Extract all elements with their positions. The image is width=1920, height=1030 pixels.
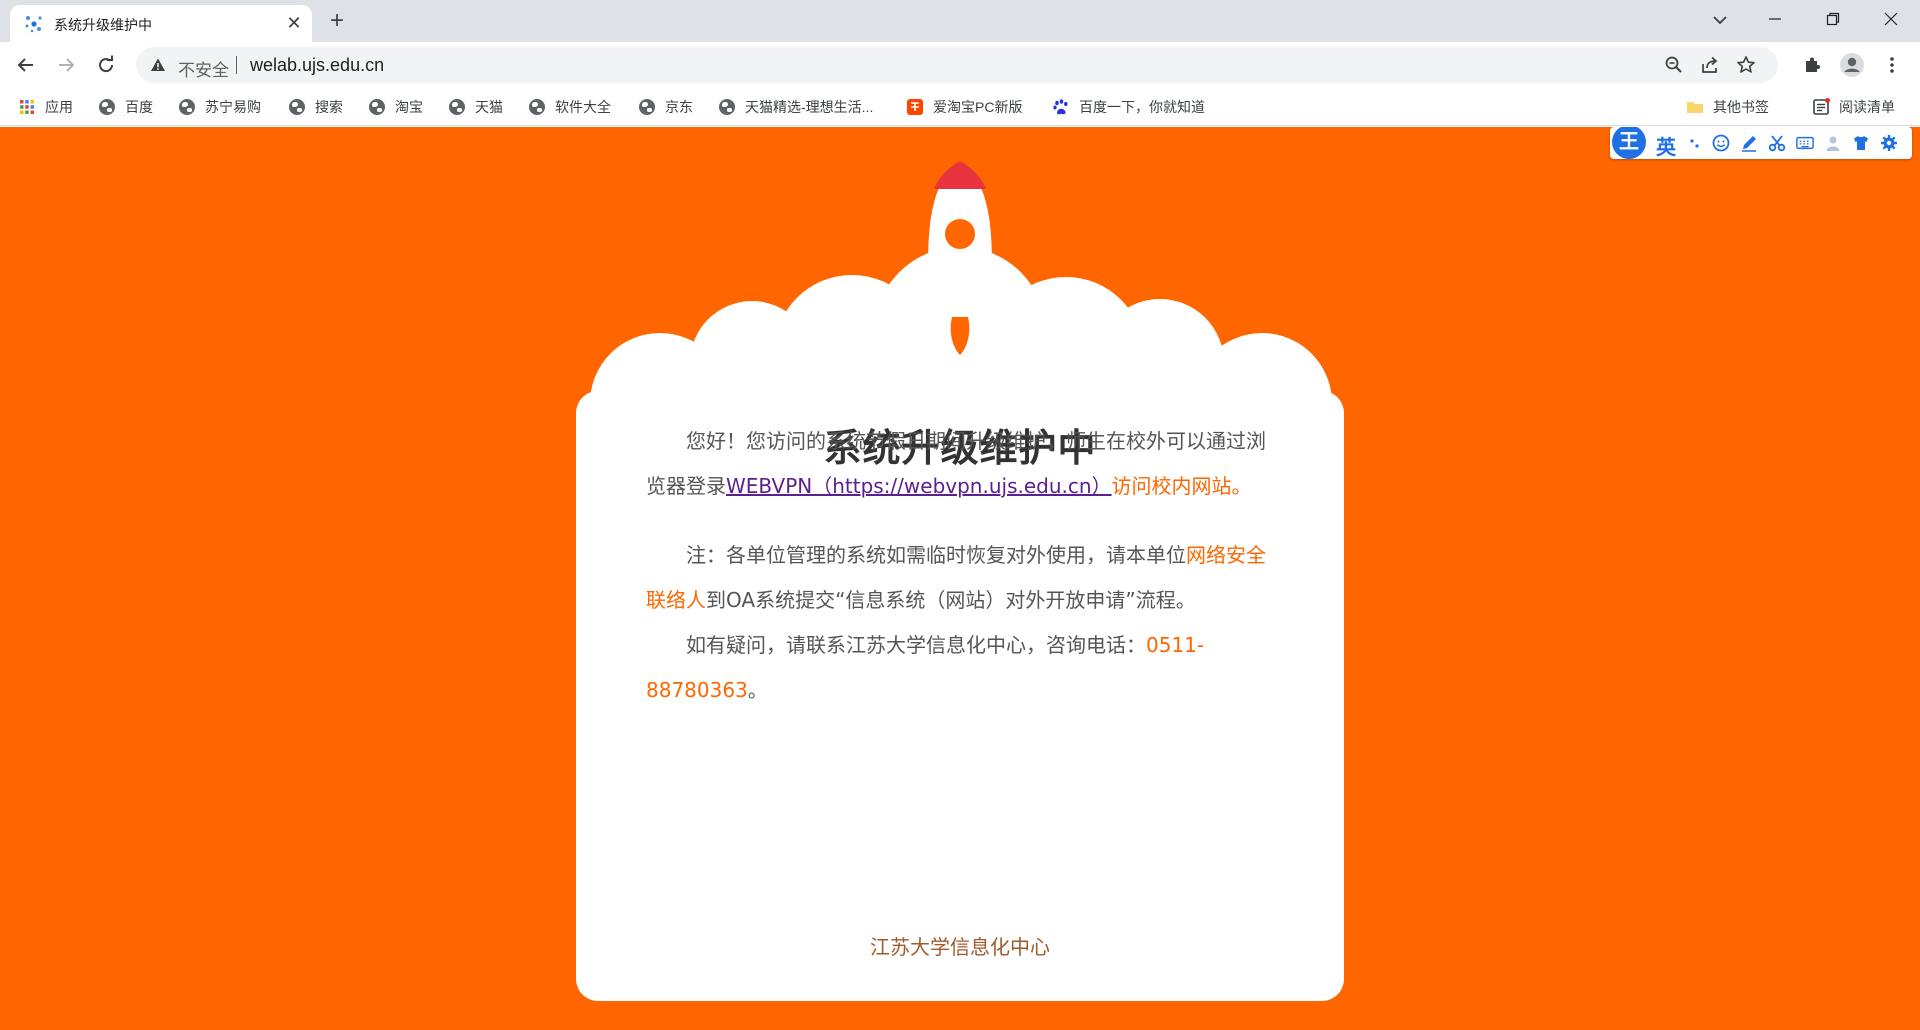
notice-paragraph-vpn: 您好！您访问的系统节假日期间升级维护，师生在校外可以通过浏览器登录WEBVPN（… bbox=[646, 419, 1274, 509]
reading-list-button[interactable]: 阅读清单 bbox=[1812, 96, 1895, 118]
globe-icon bbox=[368, 98, 386, 116]
bookmark-aitaobao[interactable]: 爱淘宝PC新版 bbox=[906, 96, 1022, 118]
profile-avatar-icon[interactable] bbox=[1838, 51, 1866, 79]
other-bookmarks-folder[interactable]: 其他书签 bbox=[1686, 96, 1769, 118]
more-menu-icon[interactable] bbox=[1878, 51, 1906, 79]
security-status-label[interactable]: 不安全 bbox=[178, 56, 229, 81]
bookmark-baidu-home[interactable]: 百度一下，你就知道 bbox=[1052, 96, 1205, 118]
keyboard-icon[interactable] bbox=[1796, 134, 1814, 152]
skin-shirt-icon[interactable] bbox=[1852, 134, 1870, 152]
notice-text-highlight: 访问校内网站。 bbox=[1111, 474, 1252, 498]
minimize-icon bbox=[1769, 18, 1781, 20]
footer-divider bbox=[646, 901, 1274, 903]
globe-icon bbox=[448, 98, 466, 116]
folder-icon bbox=[1686, 98, 1704, 116]
tab-search-chevron-icon[interactable] bbox=[1706, 6, 1734, 34]
forward-button[interactable] bbox=[50, 49, 82, 81]
bookmark-baidu[interactable]: 百度 bbox=[98, 96, 153, 118]
bookmark-tmall[interactable]: 天猫 bbox=[448, 96, 503, 118]
notice-paragraph-contact: 如有疑问，请联系江苏大学信息化中心，咨询电话：0511-88780363。 bbox=[646, 623, 1274, 713]
handwriting-pen-icon[interactable] bbox=[1740, 134, 1758, 152]
globe-icon bbox=[288, 98, 306, 116]
bookmark-taobao[interactable]: 淘宝 bbox=[368, 96, 423, 118]
globe-icon bbox=[178, 98, 196, 116]
notice-paragraph-oa: 注：各单位管理的系统如需临时恢复对外使用，请本单位网络安全联络人到OA系统提交“… bbox=[646, 533, 1274, 623]
tab-close-icon[interactable]: ✕ bbox=[282, 11, 306, 35]
share-icon[interactable] bbox=[1698, 53, 1722, 77]
close-window-button[interactable] bbox=[1862, 0, 1920, 38]
new-tab-button[interactable]: + bbox=[322, 7, 352, 37]
bookmark-label: 京东 bbox=[665, 99, 693, 115]
bookmark-label: 应用 bbox=[45, 99, 73, 115]
apps-grid-icon bbox=[18, 98, 36, 116]
user-icon[interactable] bbox=[1824, 134, 1842, 152]
bookmark-label: 苏宁易购 bbox=[205, 99, 261, 115]
bookmark-label: 软件大全 bbox=[555, 99, 611, 115]
browser-toolbar: 不安全 welab.ujs.edu.cn bbox=[0, 42, 1920, 88]
address-divider bbox=[236, 56, 237, 74]
tab-strip: 系统升级维护中 ✕ + bbox=[0, 0, 1920, 42]
bookmark-suning[interactable]: 苏宁易购 bbox=[178, 96, 261, 118]
punctuation-icon[interactable] bbox=[1686, 134, 1704, 152]
baidu-paw-icon bbox=[1052, 98, 1070, 116]
url-text[interactable]: welab.ujs.edu.cn bbox=[250, 55, 384, 76]
bookmark-label: 百度 bbox=[125, 99, 153, 115]
globe-icon bbox=[718, 98, 736, 116]
footer-organization: 江苏大学信息化中心 bbox=[870, 935, 1050, 959]
tab-title: 系统升级维护中 bbox=[54, 17, 152, 33]
ime-logo-icon[interactable]: 王 bbox=[1612, 127, 1646, 159]
tab-favicon-icon bbox=[25, 16, 42, 33]
settings-gear-icon[interactable] bbox=[1880, 134, 1898, 152]
reload-button[interactable] bbox=[90, 49, 122, 81]
aitaobao-icon bbox=[906, 98, 924, 116]
ime-language-toggle[interactable]: 英 bbox=[1656, 131, 1676, 160]
bookmark-label: 天猫 bbox=[475, 99, 503, 115]
zoom-icon[interactable] bbox=[1662, 53, 1686, 77]
restore-button[interactable] bbox=[1804, 0, 1862, 38]
back-button[interactable] bbox=[10, 49, 42, 81]
emoji-icon[interactable] bbox=[1712, 134, 1730, 152]
notice-text: 到OA系统提交“信息系统（网站）对外开放申请”流程。 bbox=[706, 588, 1196, 612]
bookmark-label: 阅读清单 bbox=[1839, 99, 1895, 115]
reload-icon bbox=[99, 55, 114, 73]
bookmark-software[interactable]: 软件大全 bbox=[528, 96, 611, 118]
reading-list-icon bbox=[1812, 98, 1830, 116]
bookmark-label: 天猫精选-理想生活... bbox=[745, 99, 874, 115]
bookmark-label: 淘宝 bbox=[395, 99, 423, 115]
scissors-icon[interactable] bbox=[1768, 134, 1786, 152]
notice-text: 。 bbox=[747, 678, 768, 702]
minimize-button[interactable] bbox=[1746, 0, 1804, 38]
webvpn-link[interactable]: WEBVPN（https://webvpn.ujs.edu.cn） bbox=[726, 474, 1112, 498]
bookmark-label: 百度一下，你就知道 bbox=[1079, 99, 1205, 115]
back-arrow-icon bbox=[17, 58, 33, 72]
bookmark-label: 搜索 bbox=[315, 99, 343, 115]
ime-toolbar[interactable]: 王 英 bbox=[1610, 127, 1912, 159]
bookmark-label: 其他书签 bbox=[1713, 99, 1769, 115]
bookmark-jd[interactable]: 京东 bbox=[638, 96, 693, 118]
notice-text: 注：各单位管理的系统如需临时恢复对外使用，请本单位 bbox=[686, 543, 1186, 567]
globe-icon bbox=[98, 98, 116, 116]
forward-arrow-icon bbox=[59, 58, 75, 72]
bookmark-star-icon[interactable] bbox=[1734, 53, 1758, 77]
close-icon bbox=[1884, 12, 1898, 26]
restore-icon bbox=[1826, 12, 1840, 26]
browser-tab[interactable]: 系统升级维护中 ✕ bbox=[10, 5, 312, 42]
extensions-puzzle-icon[interactable] bbox=[1798, 51, 1826, 79]
globe-icon bbox=[528, 98, 546, 116]
bookmark-tmall-select[interactable]: 天猫精选-理想生活... bbox=[718, 96, 873, 118]
globe-icon bbox=[638, 98, 656, 116]
warning-triangle-icon[interactable] bbox=[150, 57, 166, 73]
bookmark-apps[interactable]: 应用 bbox=[18, 96, 73, 118]
bookmark-label: 爱淘宝PC新版 bbox=[933, 99, 1023, 115]
address-bar[interactable]: 不安全 welab.ujs.edu.cn bbox=[136, 47, 1778, 83]
maintenance-page: 王 英 系统升级维护中 您好！您访问的系统节假日期间升级维护，师生在校外可以通过… bbox=[0, 127, 1920, 1030]
bookmark-search[interactable]: 搜索 bbox=[288, 96, 343, 118]
bookmarks-bar: 应用 百度 苏宁易购 搜索 淘宝 天猫 软件大全 京东 天猫精选-理想生活...… bbox=[0, 88, 1920, 126]
notice-text: 如有疑问，请联系江苏大学信息化中心，咨询电话： bbox=[686, 633, 1146, 657]
